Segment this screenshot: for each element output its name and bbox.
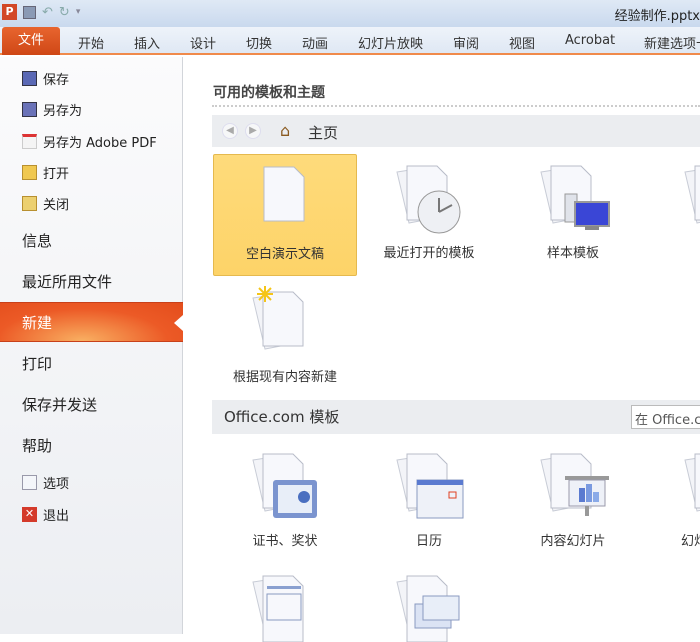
menu-save-as-pdf[interactable]: 另存为 Adobe PDF	[22, 132, 157, 151]
open-folder-icon	[22, 165, 37, 180]
tile-label: 幻灯片背景	[681, 534, 700, 549]
menu-label: 退出	[43, 509, 70, 524]
office-heading: Office.com 模板	[224, 408, 340, 426]
greeting-card-icon	[396, 575, 460, 642]
tab-slideshow[interactable]: 幻灯片放映	[358, 33, 423, 52]
menu-close[interactable]: 关闭	[22, 194, 69, 213]
customize-toolbar-icon[interactable]: ▾	[76, 7, 81, 17]
menu-label: 另存为	[43, 104, 83, 119]
options-icon	[22, 475, 37, 490]
recent-templates-icon	[396, 165, 461, 234]
tile-label: 空白演示文稿	[245, 247, 324, 262]
location-label[interactable]: 主页	[308, 122, 338, 143]
tab-insert[interactable]: 插入	[134, 33, 160, 52]
menu-label: 保存	[43, 73, 70, 88]
tile-label: 日历	[415, 534, 442, 549]
menu-save-as[interactable]: 另存为	[22, 100, 82, 119]
save-as-icon	[22, 102, 37, 117]
template-calendars[interactable]: 日历	[357, 442, 501, 564]
tile-label: 证书、奖状	[252, 534, 318, 549]
template-icon	[684, 453, 700, 512]
menu-info[interactable]: 信息	[22, 230, 52, 251]
redo-icon[interactable]: ↻	[59, 5, 70, 20]
blank-document-icon	[263, 166, 305, 222]
menu-save-send[interactable]: 保存并发送	[22, 394, 97, 415]
menu-label: 关闭	[43, 198, 70, 213]
tile-label: 样本模板	[546, 246, 599, 261]
menu-new[interactable]: 新建	[0, 302, 183, 342]
back-button[interactable]: ◀	[222, 123, 238, 139]
tab-home[interactable]: 开始	[78, 33, 104, 52]
template-blank[interactable]: 空白演示文稿	[213, 154, 357, 276]
new-from-existing-icon	[252, 286, 304, 350]
menu-help[interactable]: 帮助	[22, 435, 52, 456]
backstage-sidebar: 保存 另存为 另存为 Adobe PDF 打开 关闭 信息 最近所用文件 新建 …	[0, 57, 183, 634]
tab-review[interactable]: 审阅	[453, 33, 479, 52]
title-bar: P ↶ ↻ ▾ 经验制作.pptx	[0, 0, 700, 27]
tab-view[interactable]: 视图	[509, 33, 535, 52]
menu-label: 另存为 Adobe PDF	[43, 136, 157, 151]
tab-new[interactable]: 新建选项卡	[644, 33, 700, 52]
tile-label: 根据现有内容新建	[232, 370, 337, 385]
forward-button[interactable]: ▶	[245, 123, 261, 139]
menu-exit[interactable]: ✕ 退出	[22, 505, 69, 524]
pdf-icon	[22, 134, 37, 149]
template-nav-bar: ◀ ▶ ⌂ 主页	[212, 115, 700, 147]
tab-animations[interactable]: 动画	[302, 33, 328, 52]
tile-label: 最近打开的模板	[383, 246, 475, 261]
home-icon[interactable]: ⌂	[280, 121, 290, 140]
template-icon	[684, 165, 700, 224]
menu-recent[interactable]: 最近所用文件	[22, 271, 112, 292]
office-search-input[interactable]: 在 Office.com 上搜索模板	[631, 405, 700, 429]
powerpoint-logo-icon[interactable]: P	[2, 4, 17, 20]
menu-open[interactable]: 打开	[22, 163, 69, 182]
undo-icon[interactable]: ↶	[42, 5, 53, 20]
office-templates-bar: Office.com 模板 在 Office.com 上搜索模板	[212, 400, 700, 434]
tab-design[interactable]: 设计	[190, 33, 216, 52]
window-title: 经验制作.pptx	[614, 9, 700, 24]
presentation-chart-icon	[540, 453, 609, 516]
menu-print[interactable]: 打印	[22, 353, 52, 374]
calendar-icon	[396, 453, 464, 519]
template-backgrounds[interactable]: 幻灯片背景	[645, 442, 700, 564]
sample-templates-icon	[540, 165, 610, 230]
tab-acrobat[interactable]: Acrobat	[565, 33, 615, 48]
template-content-slides[interactable]: 内容幻灯片	[501, 442, 645, 564]
tab-transitions[interactable]: 切换	[246, 33, 272, 52]
template-from-existing[interactable]: 根据现有内容新建	[213, 276, 357, 398]
menu-label: 新建	[22, 314, 53, 332]
menu-label: 打开	[43, 167, 70, 182]
save-icon[interactable]	[23, 5, 36, 19]
tab-file[interactable]: 文件	[2, 27, 60, 55]
exit-icon: ✕	[22, 507, 37, 522]
template-partial[interactable]	[645, 154, 700, 276]
ribbon-tabs: 文件 开始 插入 设计 切换 动画 幻灯片放映 审阅 视图 Acrobat 新建…	[0, 27, 700, 55]
section-heading: 可用的模板和主题	[213, 85, 325, 101]
tile-label: 内容幻灯片	[540, 534, 606, 549]
template-recent[interactable]: 最近打开的模板	[357, 154, 501, 276]
save-icon	[22, 71, 37, 86]
template-samples[interactable]: 样本模板	[501, 154, 645, 276]
menu-options[interactable]: 选项	[22, 473, 69, 492]
selection-arrow-icon	[174, 315, 183, 331]
quick-access-toolbar: P ↶ ↻ ▾	[2, 4, 80, 20]
template-certificates[interactable]: 证书、奖状	[213, 442, 357, 564]
template-cards[interactable]	[357, 564, 501, 642]
template-forms[interactable]	[213, 564, 357, 642]
certificate-icon	[252, 453, 317, 518]
menu-save[interactable]: 保存	[22, 69, 69, 88]
divider	[212, 105, 700, 107]
form-icon	[252, 575, 304, 642]
menu-label: 选项	[43, 477, 70, 492]
close-folder-icon	[22, 196, 37, 211]
